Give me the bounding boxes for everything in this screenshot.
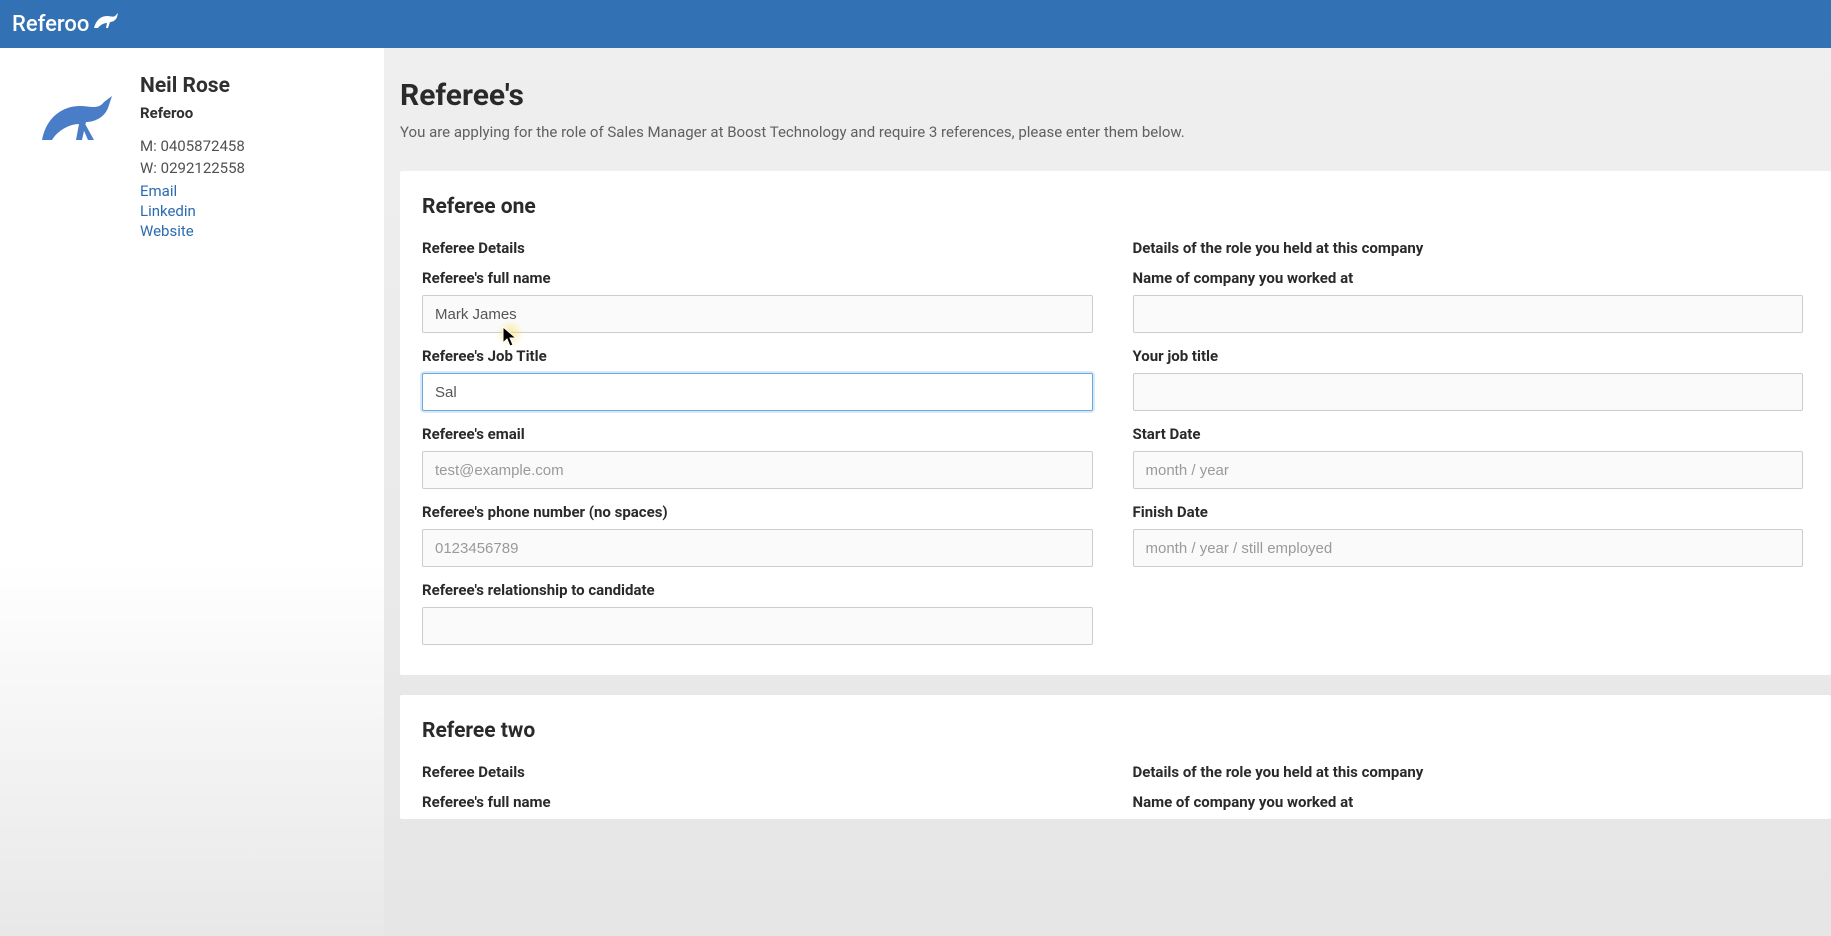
company-name: Referoo: [140, 104, 364, 122]
finish-date-input[interactable]: [1133, 529, 1804, 567]
phone-input[interactable]: [422, 529, 1093, 567]
referee-two-right-col: Details of the role you held at this com…: [1133, 763, 1804, 819]
full-name-input[interactable]: [422, 295, 1093, 333]
relationship-input[interactable]: [422, 607, 1093, 645]
email-label: Referee's email: [422, 425, 1093, 443]
brand-text: Referoo: [12, 12, 89, 37]
referee-two-company-label: Name of company you worked at: [1133, 793, 1804, 811]
referee-two-card: Referee two Referee Details Referee's fu…: [400, 695, 1831, 819]
referee-two-title: Referee two: [422, 719, 1803, 743]
linkedin-link[interactable]: Linkedin: [140, 201, 364, 221]
full-name-label: Referee's full name: [422, 269, 1093, 287]
kangaroo-icon: [36, 92, 124, 916]
mobile-number: M: 0405872458: [140, 136, 364, 156]
referee-one-right-col: Details of the role you held at this com…: [1133, 239, 1804, 645]
company-label: Name of company you worked at: [1133, 269, 1804, 287]
referee-one-title: Referee one: [422, 195, 1803, 219]
referee-one-columns: Referee Details Referee's full name Refe…: [422, 239, 1803, 645]
job-title-label: Referee's Job Title: [422, 347, 1093, 365]
sidebar-info: Neil Rose Referoo M: 0405872458 W: 02921…: [140, 74, 364, 916]
main-layout: Neil Rose Referoo M: 0405872458 W: 02921…: [0, 48, 1831, 936]
role-details-heading: Details of the role you held at this com…: [1133, 239, 1804, 257]
referee-two-role-heading: Details of the role you held at this com…: [1133, 763, 1804, 781]
referee-two-full-name-label: Referee's full name: [422, 793, 1093, 811]
referee-details-heading: Referee Details: [422, 239, 1093, 257]
your-title-input[interactable]: [1133, 373, 1804, 411]
sidebar: Neil Rose Referoo M: 0405872458 W: 02921…: [0, 48, 384, 936]
main-content: Referee's You are applying for the role …: [384, 48, 1831, 936]
work-number: W: 0292122558: [140, 158, 364, 178]
kangaroo-icon: [91, 10, 121, 38]
referee-one-card: Referee one Referee Details Referee's fu…: [400, 171, 1831, 675]
app-header: Referoo: [0, 0, 1831, 48]
page-subtitle: You are applying for the role of Sales M…: [400, 123, 1831, 141]
email-input[interactable]: [422, 451, 1093, 489]
page-title: Referee's: [400, 78, 1831, 113]
referee-one-left-col: Referee Details Referee's full name Refe…: [422, 239, 1093, 645]
referee-two-columns: Referee Details Referee's full name Deta…: [422, 763, 1803, 819]
referee-two-left-col: Referee Details Referee's full name: [422, 763, 1093, 819]
website-link[interactable]: Website: [140, 221, 364, 241]
user-name: Neil Rose: [140, 74, 364, 98]
referee-two-details-heading: Referee Details: [422, 763, 1093, 781]
your-title-label: Your job title: [1133, 347, 1804, 365]
sidebar-icon-column: [20, 74, 140, 916]
job-title-input[interactable]: [422, 373, 1093, 411]
start-date-label: Start Date: [1133, 425, 1804, 443]
start-date-input[interactable]: [1133, 451, 1804, 489]
finish-date-label: Finish Date: [1133, 503, 1804, 521]
phone-label: Referee's phone number (no spaces): [422, 503, 1093, 521]
relationship-label: Referee's relationship to candidate: [422, 581, 1093, 599]
company-input[interactable]: [1133, 295, 1804, 333]
brand-logo: Referoo: [12, 10, 121, 38]
email-link[interactable]: Email: [140, 181, 364, 201]
